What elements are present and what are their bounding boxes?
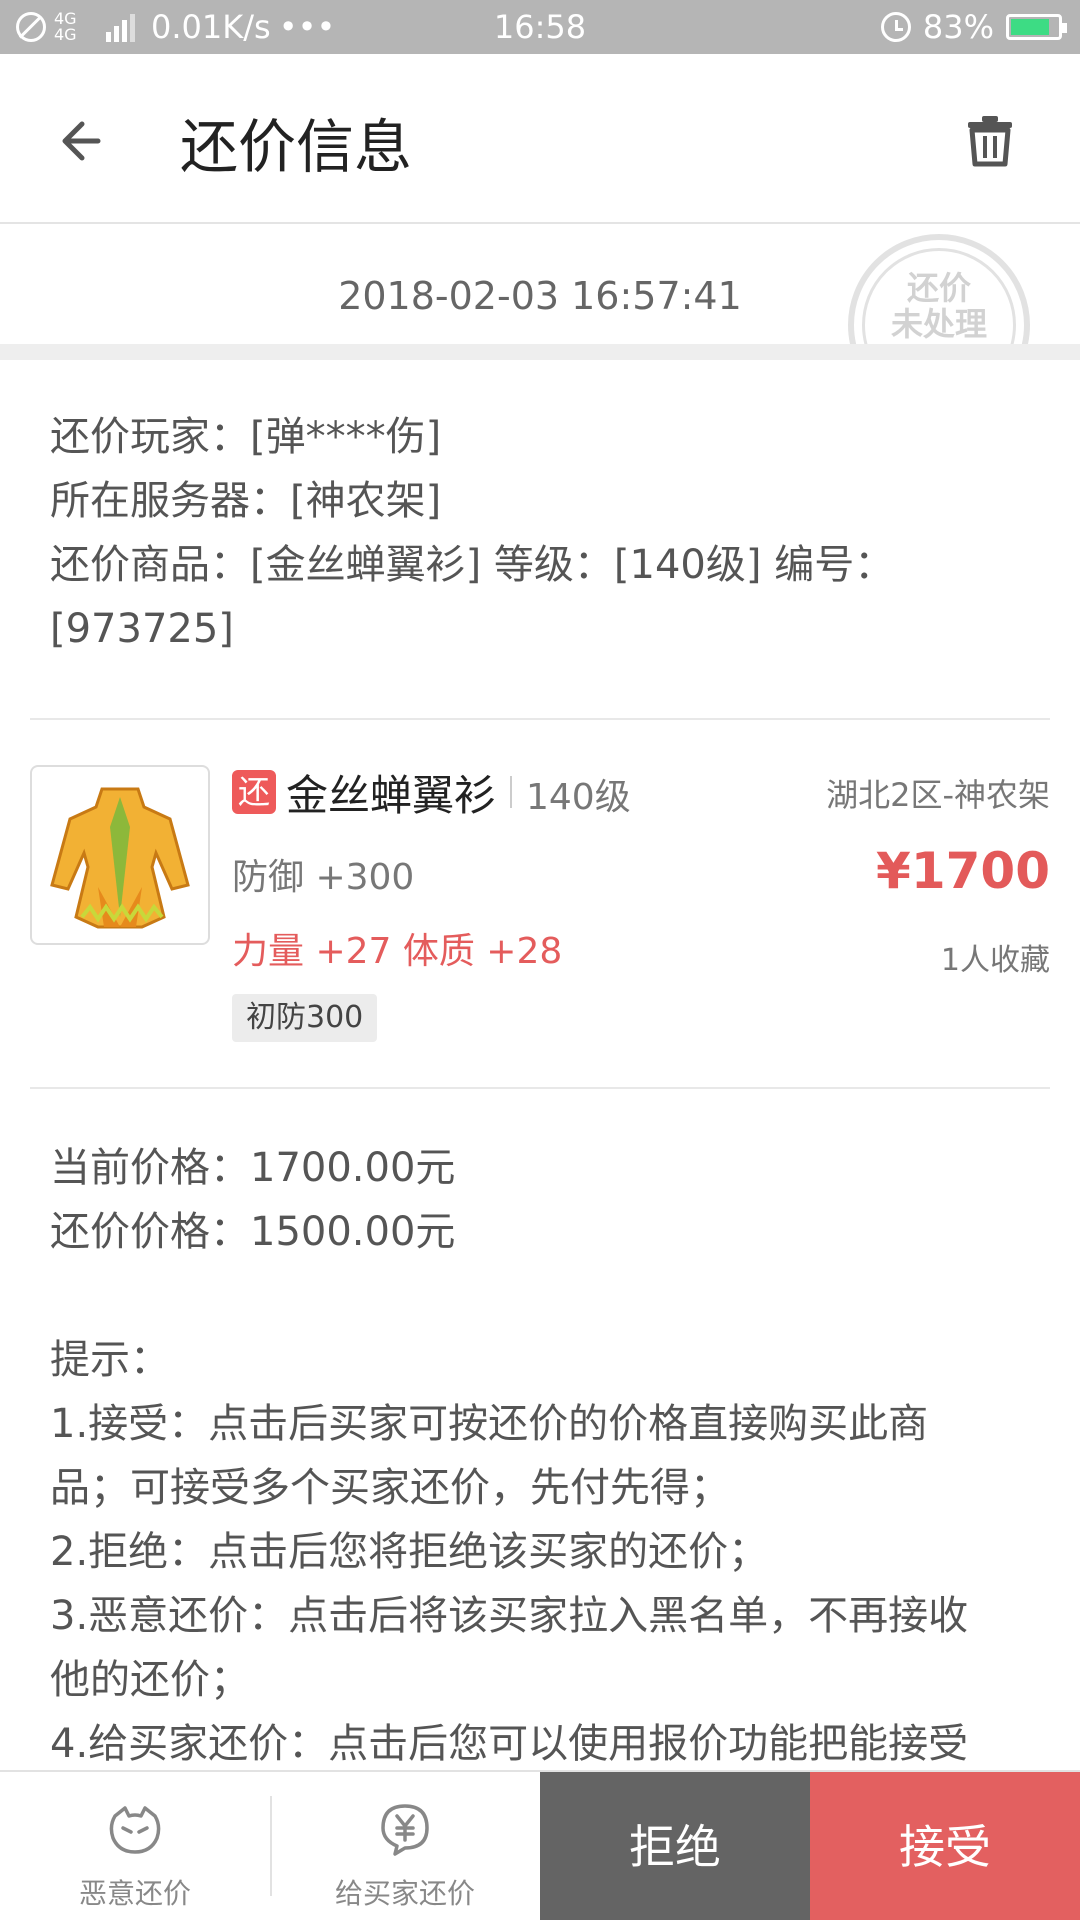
counter-offer-tag: 还 — [232, 770, 276, 814]
info-goods: 还价商品：[金丝蝉翼衫] 等级：[140级] 编号： — [50, 542, 895, 588]
favorite-count: 1人收藏 — [940, 943, 1050, 978]
app-root: 4G 4G 0.01K/s ••• 16:58 83% 还价信息 2018-02… — [0, 0, 1080, 1920]
tip-line: 2.拒绝：点击后您将拒绝该买家的还价； — [50, 1529, 769, 1575]
item-server: 湖北2区-神农架 — [826, 776, 1050, 814]
section-gap — [0, 344, 1080, 360]
counter-offer-button[interactable]: 给买家还价 — [270, 1772, 540, 1920]
battery-icon — [1006, 14, 1067, 40]
tip-line: 品；可接受多个买家还价，先付先得； — [50, 1465, 730, 1511]
item-attributes: 力量 +27 体质 +28 — [232, 931, 563, 972]
tip-line: 3.恶意还价：点击后将该买家拉入黑名单，不再接收 — [50, 1593, 969, 1639]
item-name: 金丝蝉翼衫 — [286, 771, 497, 820]
info-server: 所在服务器：[神农架] — [50, 478, 442, 524]
initial-defense-chip: 初防300 — [232, 994, 378, 1042]
item-thumbnail[interactable] — [30, 765, 210, 945]
offer-price: 还价价格：1500.00元 — [50, 1209, 456, 1255]
price-info: 当前价格：1700.00元 还价价格：1500.00元 — [50, 1136, 455, 1264]
tip-line: 1.接受：点击后买家可按还价的价格直接购买此商 — [50, 1401, 929, 1447]
status-right: 83% — [880, 0, 1067, 54]
divider — [30, 718, 1050, 720]
divider — [30, 1087, 1050, 1089]
app-header: 还价信息 — [0, 54, 1080, 224]
malicious-offer-label: 恶意还价 — [78, 1877, 191, 1910]
yuan-bubble-icon — [381, 1804, 429, 1856]
robe-icon — [50, 787, 190, 929]
tip-line: 4.给买家还价：点击后您可以使用报价功能把能接受 — [50, 1721, 969, 1767]
back-button[interactable] — [50, 106, 120, 176]
offer-info: 还价玩家：[弹****伤] 所在服务器：[神农架] 还价商品：[金丝蝉翼衫] 等… — [50, 405, 1030, 661]
name-separator — [510, 776, 512, 808]
stamp-line2: 未处理 — [890, 305, 987, 343]
back-arrow-icon — [62, 121, 101, 161]
current-price: 当前价格：1700.00元 — [50, 1145, 456, 1191]
info-goods-id: [973725] — [50, 606, 234, 652]
battery-fill — [1011, 19, 1050, 35]
delete-button[interactable] — [960, 110, 1020, 170]
battery-percent: 83% — [922, 8, 994, 46]
unprocessed-stamp: 还价 未处理 — [848, 234, 1030, 344]
offer-header-card: 2018-02-03 16:57:41 还价 未处理 — [0, 226, 1080, 344]
accept-button[interactable]: 接受 — [810, 1772, 1080, 1920]
reject-button[interactable]: 拒绝 — [540, 1772, 810, 1920]
counter-offer-label: 给买家还价 — [334, 1877, 475, 1910]
trash-icon — [968, 116, 1012, 167]
tips-section: 提示： 1.接受：点击后买家可按还价的价格直接购买此商 品；可接受多个买家还价，… — [50, 1328, 1030, 1776]
alarm-icon — [880, 12, 911, 42]
item-level: 140级 — [526, 777, 631, 818]
malicious-offer-button[interactable]: 恶意还价 — [0, 1772, 270, 1920]
angry-face-icon — [109, 1806, 161, 1854]
info-player: 还价玩家：[弹****伤] — [50, 414, 442, 460]
tip-line: 他的还价； — [50, 1657, 250, 1703]
stamp-line1: 还价 — [906, 269, 971, 307]
status-bar: 4G 4G 0.01K/s ••• 16:58 83% — [0, 0, 1080, 54]
page-title: 还价信息 — [180, 113, 413, 181]
bottom-action-bar: 恶意还价 给买家还价 拒绝 接受 — [0, 1770, 1080, 1920]
item-defense: 防御 +300 — [232, 857, 415, 898]
tips-title: 提示： — [50, 1337, 170, 1383]
item-price: ¥1700 — [876, 842, 1050, 900]
